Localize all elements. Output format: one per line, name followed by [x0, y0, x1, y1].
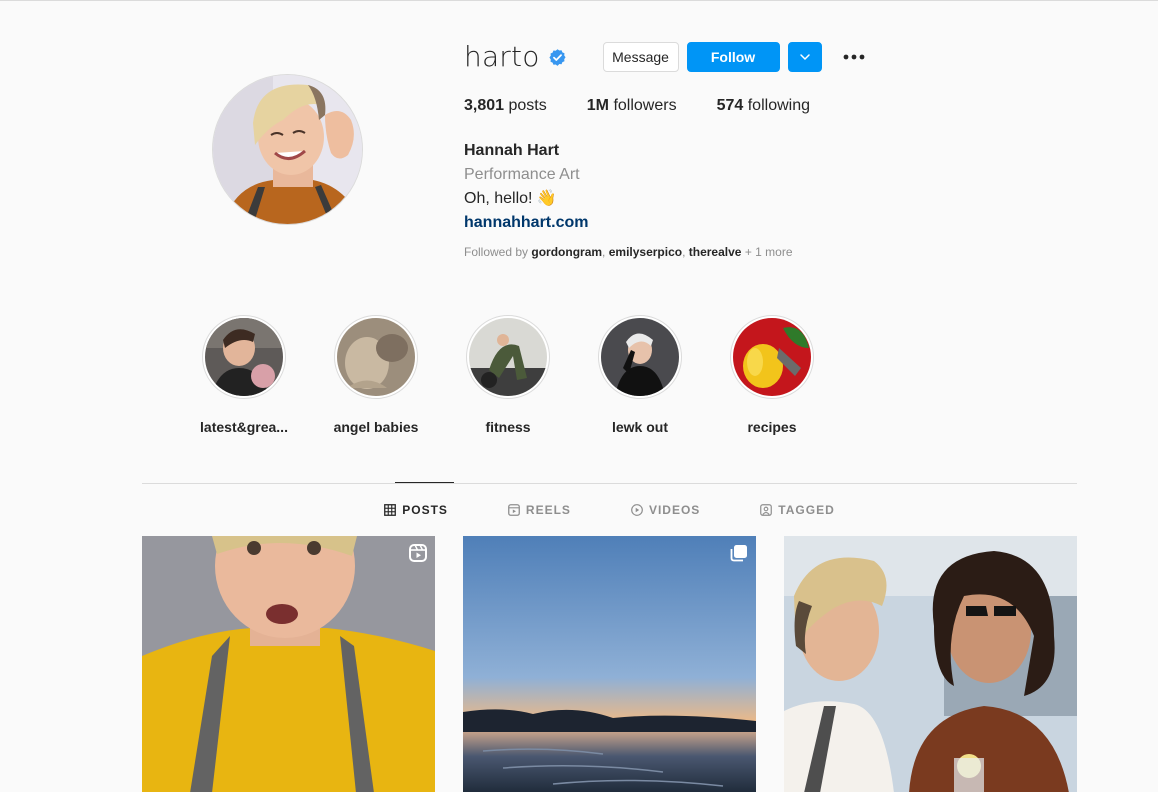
highlight-item[interactable]: latest&grea... — [178, 315, 310, 435]
post-tile[interactable] — [142, 536, 435, 792]
tab-label: POSTS — [402, 503, 448, 517]
profile-bio: Hannah Hart Performance Art Oh, hello! 👋… — [464, 139, 964, 235]
highlight-cover — [205, 318, 283, 396]
posts-count: 3,801 — [464, 97, 505, 114]
highlight-cover — [337, 318, 415, 396]
highlight-cover — [733, 318, 811, 396]
play-circle-icon — [631, 504, 643, 516]
followed-by-user: gordongram — [531, 245, 603, 259]
highlight-ring — [334, 315, 418, 399]
followed-by-prefix: Followed by — [464, 245, 529, 259]
category-label: Performance Art — [464, 166, 580, 183]
highlight-label: recipes — [747, 419, 797, 435]
tabs-divider — [142, 483, 1077, 484]
ellipsis-icon — [843, 54, 864, 60]
bio-link[interactable]: hannahhart.com — [464, 211, 964, 235]
profile-stats: 3,801 posts 1M followers 574 following — [464, 97, 964, 115]
highlight-item[interactable]: fitness — [442, 315, 574, 435]
highlight-item[interactable]: recipes — [706, 315, 838, 435]
following-label: following — [747, 97, 810, 114]
profile-title-row: harto Message Follow — [464, 41, 964, 73]
tab-posts[interactable]: POSTS — [384, 497, 448, 523]
verified-badge-icon — [548, 48, 567, 67]
tab-label: TAGGED — [778, 503, 835, 517]
post-tile[interactable] — [784, 536, 1077, 792]
followed-by-more: + 1 more — [744, 245, 793, 259]
highlight-item[interactable]: lewk out — [574, 315, 706, 435]
highlight-item[interactable]: angel babies — [310, 315, 442, 435]
highlight-cover — [469, 318, 547, 396]
followed-by[interactable]: Followed by gordongram, emilyserpico, th… — [464, 245, 964, 259]
profile-avatar[interactable] — [212, 74, 363, 225]
profile-page: harto Message Follow 3,801 posts 1M foll… — [0, 0, 1158, 792]
reels-icon — [409, 544, 427, 562]
reels-icon — [508, 504, 520, 516]
profile-username: harto — [464, 40, 540, 73]
suggested-dropdown-button[interactable] — [787, 42, 822, 72]
bio-text: Oh, hello! 👋 — [464, 190, 557, 207]
follow-button[interactable]: Follow — [686, 42, 780, 72]
tab-label: REELS — [525, 503, 571, 517]
profile-info: harto Message Follow 3,801 posts 1M foll… — [464, 41, 964, 259]
tab-videos[interactable]: VIDEOS — [631, 497, 700, 523]
highlight-ring — [730, 315, 814, 399]
highlight-cover — [601, 318, 679, 396]
posts-label: posts — [508, 97, 547, 114]
highlight-label: lewk out — [611, 419, 668, 435]
followers-count: 1M — [586, 97, 609, 114]
active-tab-indicator — [395, 482, 454, 483]
following-count: 574 — [716, 97, 744, 114]
highlight-ring — [202, 315, 286, 399]
post-tile[interactable] — [463, 536, 756, 792]
full-name: Hannah Hart — [464, 142, 560, 159]
chevron-down-icon — [799, 54, 810, 61]
posts-grid — [142, 536, 1077, 792]
highlight-ring — [598, 315, 682, 399]
message-button[interactable]: Message — [602, 42, 679, 72]
followers-label: followers — [613, 97, 677, 114]
tag-user-icon — [760, 504, 773, 516]
tab-label: VIDEOS — [648, 503, 701, 517]
followed-by-user: emilyserpico — [608, 245, 683, 259]
followed-by-user: therealve — [688, 245, 742, 259]
tab-reels[interactable]: REELS — [508, 497, 571, 523]
highlight-ring — [466, 315, 550, 399]
story-highlights: latest&grea... angel babies fitness lewk… — [178, 315, 838, 435]
more-options-button[interactable] — [842, 45, 866, 69]
grid-icon — [384, 504, 397, 516]
following-stat[interactable]: 574 following — [717, 97, 810, 115]
profile-tabs: POSTS REELS VIDEOS TAGGED — [142, 497, 1077, 523]
tab-tagged[interactable]: TAGGED — [760, 497, 834, 523]
followers-stat[interactable]: 1M followers — [587, 97, 677, 115]
carousel-icon — [730, 545, 747, 562]
highlight-label: latest&grea... — [200, 419, 288, 435]
highlight-label: fitness — [485, 419, 531, 435]
highlight-label: angel babies — [333, 419, 419, 435]
posts-stat: 3,801 posts — [464, 97, 547, 115]
